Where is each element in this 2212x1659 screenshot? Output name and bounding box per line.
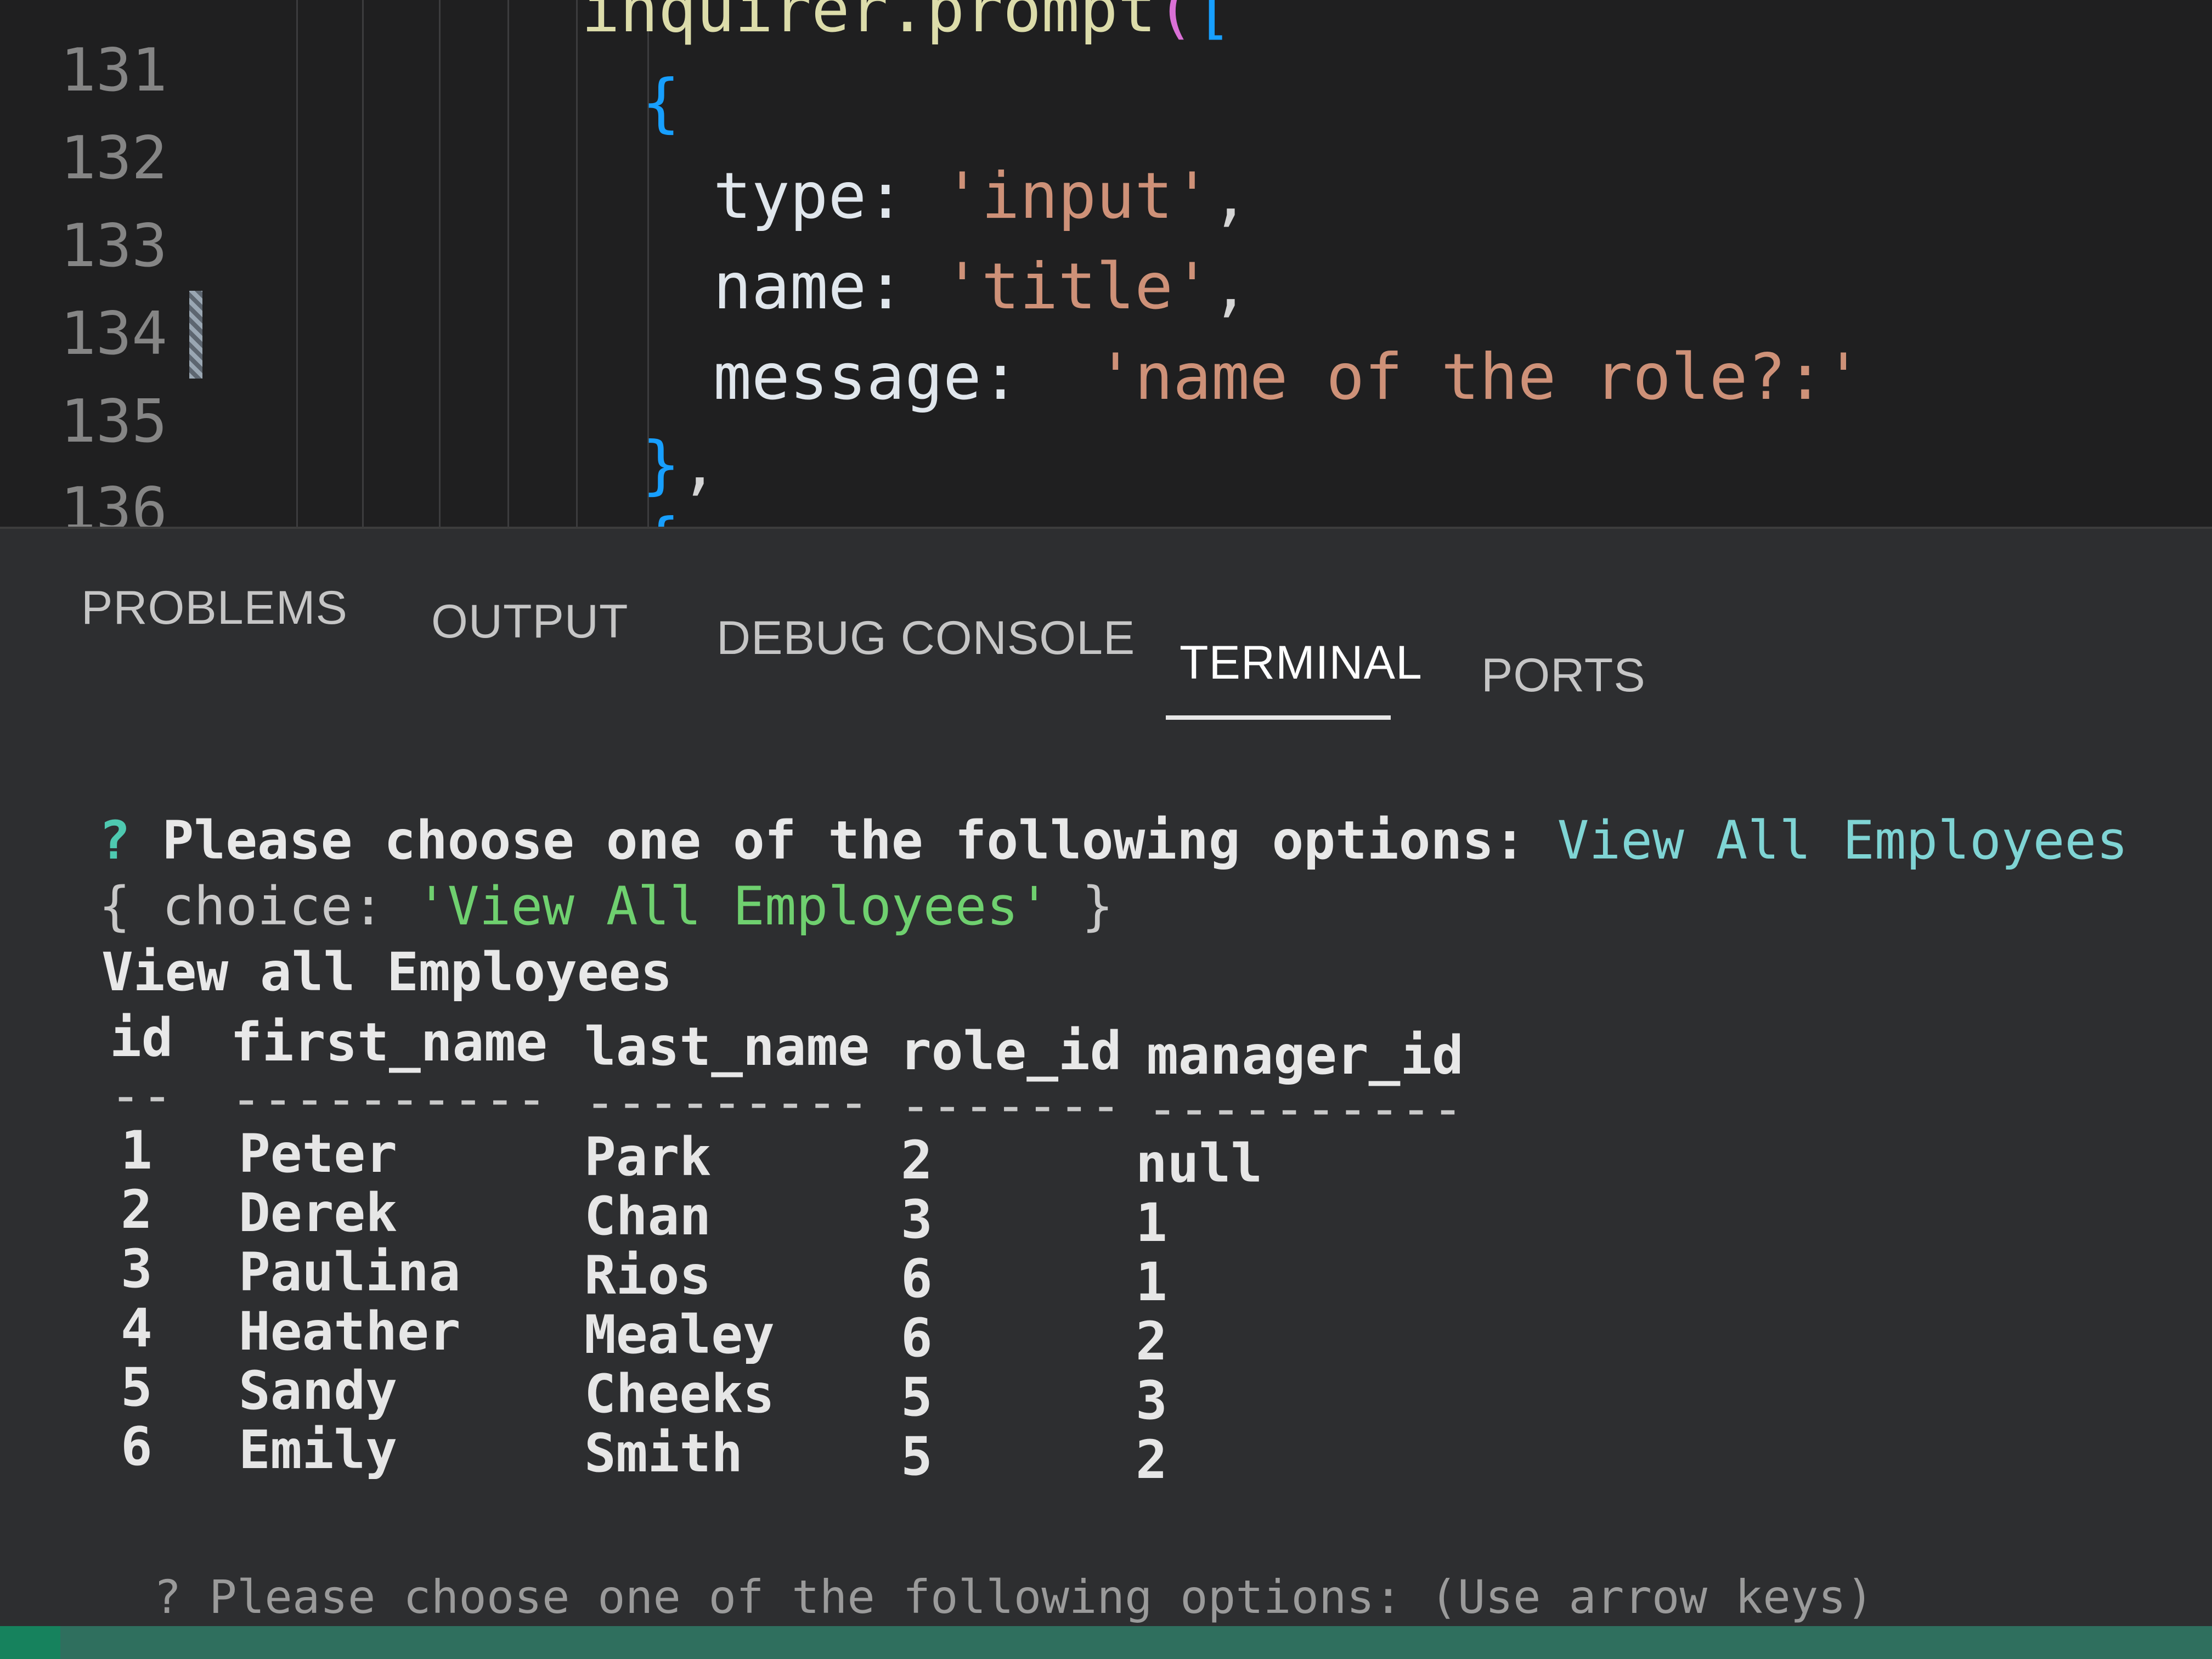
- table-cell: 2: [901, 1130, 933, 1191]
- line-number: 135: [60, 387, 168, 456]
- table-cell: Peter: [239, 1123, 397, 1184]
- status-bar: [0, 1626, 2212, 1659]
- table-cell: Heather: [239, 1301, 461, 1362]
- line-number: 131: [60, 36, 168, 105]
- table-cell: Mealey: [584, 1304, 775, 1365]
- code-line: },: [642, 433, 719, 497]
- code-token: type:: [713, 159, 944, 233]
- code-line: message: 'name of the role?:': [713, 346, 1863, 409]
- table-cell: Emily: [239, 1419, 397, 1481]
- prompt-mark: ?: [99, 810, 131, 871]
- table-header-first-name: first_name: [230, 1012, 548, 1073]
- code-token: inquirer.prompt: [582, 0, 1156, 47]
- indent-guide: [507, 0, 509, 527]
- code-line: name: 'title',: [713, 255, 1250, 319]
- line-number: 133: [60, 212, 168, 280]
- table-cell: 4: [121, 1297, 153, 1359]
- table-cell: 5: [121, 1357, 153, 1418]
- code-token: [: [1194, 0, 1233, 47]
- next-prompt-line: ? Please choose one of the following opt…: [154, 1574, 1874, 1620]
- code-token: ,: [680, 428, 719, 502]
- prompt-answer: View All Employees: [1557, 810, 2128, 871]
- code-token: }: [642, 428, 680, 502]
- table-header-last-name: last_name: [584, 1016, 870, 1077]
- table-cell: 1: [1136, 1192, 1167, 1254]
- code-token: 'name of the role?:': [1096, 340, 1863, 414]
- result-title: View all Employees: [101, 941, 673, 1003]
- choice-close: }: [1049, 876, 1114, 937]
- table-header-manager-id: manager_id: [1147, 1025, 1464, 1086]
- table-cell: 6: [901, 1248, 933, 1310]
- indent-guide: [362, 0, 364, 527]
- prompt-text: Please choose one of the following optio…: [162, 810, 1526, 871]
- vscode-window: 131 132 133 134 135 136 inquirer.prompt(…: [0, 0, 2212, 1659]
- code-line: inquirer.prompt([: [582, 0, 1233, 42]
- table-cell: 3: [901, 1189, 933, 1250]
- table-separator: -------: [900, 1075, 1122, 1136]
- table-cell: 2: [121, 1179, 153, 1240]
- next-prompt-text: Please choose one of the following optio…: [209, 1570, 1402, 1624]
- next-prompt-hint: (Use arrow keys): [1430, 1570, 1874, 1624]
- active-tab-indicator: [1166, 715, 1391, 720]
- table-separator: --: [110, 1065, 173, 1126]
- table-cell: 1: [1136, 1251, 1167, 1313]
- table-cell: 1: [121, 1120, 153, 1181]
- code-token: (: [1156, 0, 1195, 47]
- code-line: {: [642, 71, 680, 135]
- code-line: type: 'input',: [713, 165, 1250, 228]
- table-cell: Paulina: [239, 1242, 461, 1303]
- table-header-role-id: role_id: [900, 1020, 1122, 1082]
- next-prompt-mark: ?: [154, 1570, 182, 1624]
- table-cell: Sandy: [239, 1360, 397, 1421]
- code-token: ,: [1211, 250, 1250, 324]
- table-header-id: id: [110, 1007, 173, 1069]
- line-number-gutter: 131 132 133 134 135 136: [0, 0, 181, 539]
- table-cell: Chan: [584, 1186, 712, 1247]
- line-number: 132: [60, 124, 168, 193]
- tab-ports[interactable]: PORTS: [1481, 648, 1646, 703]
- code-token: message:: [713, 340, 1097, 414]
- code-token: {: [642, 66, 680, 140]
- table-separator: ----------: [230, 1068, 548, 1130]
- table-cell: Cheeks: [584, 1363, 775, 1425]
- code-token: 'title': [943, 250, 1211, 324]
- table-cell: 5: [901, 1426, 933, 1487]
- indent-guide: [576, 0, 578, 527]
- table-cell: 5: [901, 1367, 933, 1428]
- table-cell: 6: [901, 1307, 933, 1369]
- table-cell: 3: [121, 1238, 153, 1300]
- table-cell: 3: [1136, 1370, 1167, 1431]
- table-separator: ---------: [584, 1071, 870, 1133]
- code-editor[interactable]: 131 132 133 134 135 136 inquirer.prompt(…: [0, 0, 2212, 574]
- tab-terminal[interactable]: TERMINAL: [1180, 636, 1423, 690]
- table-cell: Park: [584, 1126, 712, 1188]
- choice-object-line: { choice: 'View All Employees' }: [99, 880, 1114, 933]
- table-cell: null: [1136, 1133, 1263, 1194]
- table-cell: 6: [121, 1416, 153, 1477]
- tab-output[interactable]: OUTPUT: [431, 595, 629, 649]
- table-cell: Derek: [239, 1182, 397, 1244]
- table-cell: Rios: [584, 1245, 712, 1306]
- table-cell: 2: [1136, 1311, 1167, 1372]
- terminal-prompt-line: ? Please choose one of the following opt…: [99, 814, 2128, 867]
- code-token: name:: [713, 250, 944, 324]
- tab-problems[interactable]: PROBLEMS: [81, 581, 348, 635]
- git-modified-indicator: [189, 291, 202, 379]
- table-separator: ----------: [1147, 1078, 1464, 1139]
- indent-guide: [296, 0, 298, 527]
- table-cell: 2: [1136, 1429, 1167, 1491]
- tab-debug-console[interactable]: DEBUG CONSOLE: [716, 611, 1135, 665]
- bottom-panel: PROBLEMS OUTPUT DEBUG CONSOLE TERMINAL P…: [0, 527, 2212, 1659]
- line-number: 134: [60, 300, 168, 368]
- remote-indicator-icon[interactable]: [0, 1626, 60, 1659]
- choice-value: 'View All Employees': [415, 876, 1050, 937]
- choice-open: { choice:: [99, 876, 416, 937]
- indent-guide: [439, 0, 441, 527]
- code-token: ,: [1211, 159, 1250, 233]
- code-token: 'input': [943, 159, 1211, 233]
- table-cell: Smith: [584, 1423, 743, 1484]
